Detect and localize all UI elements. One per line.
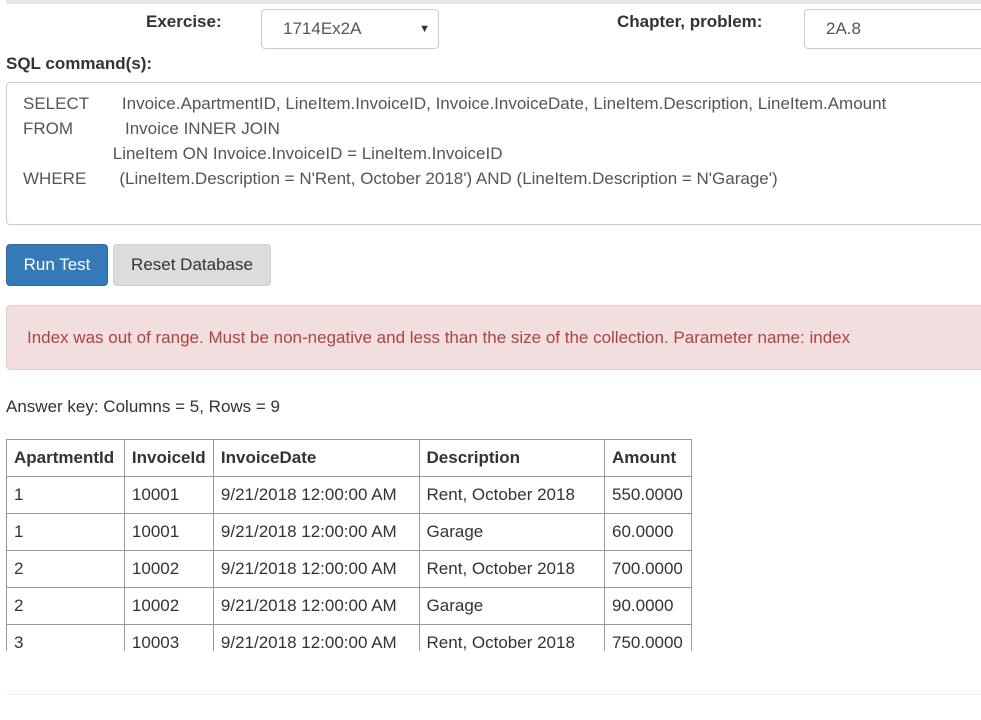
sql-line-where: WHERE (LineItem.Description = N'Rent, Oc… [23, 169, 778, 188]
chapter-problem-label: Chapter, problem: [617, 12, 763, 31]
table-cell: 10002 [123, 550, 214, 588]
table-row: 1 10001 9/21/2018 12:00:00 AM Rent, Octo… [6, 476, 692, 514]
column-header: InvoiceId [123, 439, 214, 477]
bottom-divider [6, 694, 981, 695]
table-cell: 90.0000 [603, 587, 692, 625]
run-test-button[interactable]: Run Test [6, 244, 108, 286]
column-header: Description [418, 439, 605, 477]
table-cell: 2 [6, 587, 125, 625]
column-header: Amount [603, 439, 692, 477]
sql-line-join: LineItem ON Invoice.InvoiceID = LineItem… [23, 144, 503, 163]
table-cell: 10001 [123, 476, 214, 514]
table-cell: 9/21/2018 12:00:00 AM [212, 624, 420, 651]
reset-database-button[interactable]: Reset Database [113, 244, 271, 286]
table-cell: Rent, October 2018 [418, 476, 605, 514]
table-header-row: ApartmentId InvoiceId InvoiceDate Descri… [6, 439, 692, 477]
table-cell: Garage [418, 513, 605, 551]
table-cell: 550.0000 [603, 476, 692, 514]
table-cell: 9/21/2018 12:00:00 AM [212, 550, 420, 588]
caret-down-icon: ▼ [419, 23, 430, 35]
answer-key-summary: Answer key: Columns = 5, Rows = 9 [6, 397, 281, 416]
table-row: 2 10002 9/21/2018 12:00:00 AM Rent, Octo… [6, 550, 692, 588]
chapter-problem-input[interactable] [804, 9, 981, 49]
table-cell: 9/21/2018 12:00:00 AM [212, 476, 420, 514]
exercise-select-value: 1714Ex2A [283, 19, 362, 38]
column-header: ApartmentId [6, 439, 125, 477]
answer-key-table-container: ApartmentId InvoiceId InvoiceDate Descri… [6, 439, 692, 651]
exercise-label: Exercise: [146, 12, 222, 31]
table-cell: 750.0000 [603, 624, 692, 651]
table-cell: 10001 [123, 513, 214, 551]
sql-line-from: FROM Invoice INNER JOIN [23, 119, 280, 138]
error-message: Index was out of range. Must be non-nega… [27, 328, 851, 347]
answer-key-table: ApartmentId InvoiceId InvoiceDate Descri… [6, 439, 692, 651]
sql-line-select: SELECT Invoice.ApartmentID, LineItem.Inv… [23, 94, 887, 113]
sql-command-textarea[interactable]: SELECT Invoice.ApartmentID, LineItem.Inv… [6, 82, 981, 225]
table-cell: 10003 [123, 624, 214, 651]
column-header: InvoiceDate [212, 439, 420, 477]
table-cell: 9/21/2018 12:00:00 AM [212, 587, 420, 625]
table-cell: Garage [418, 587, 605, 625]
table-cell: 1 [6, 476, 125, 514]
table-cell: Rent, October 2018 [418, 550, 605, 588]
table-cell: 10002 [123, 587, 214, 625]
table-cell: 2 [6, 550, 125, 588]
table-cell: 3 [6, 624, 125, 651]
table-cell: 700.0000 [603, 550, 692, 588]
table-row: 2 10002 9/21/2018 12:00:00 AM Garage 90.… [6, 587, 692, 625]
table-row: 3 10003 9/21/2018 12:00:00 AM Rent, Octo… [6, 624, 692, 651]
table-cell: 9/21/2018 12:00:00 AM [212, 513, 420, 551]
exercise-select[interactable]: 1714Ex2A ▼ [261, 9, 439, 49]
table-cell: 60.0000 [603, 513, 692, 551]
error-alert: Index was out of range. Must be non-nega… [6, 305, 981, 370]
top-divider [6, 0, 981, 4]
table-row: 1 10001 9/21/2018 12:00:00 AM Garage 60.… [6, 513, 692, 551]
sql-commands-label: SQL command(s): [6, 54, 153, 73]
table-cell: Rent, October 2018 [418, 624, 605, 651]
table-cell: 1 [6, 513, 125, 551]
